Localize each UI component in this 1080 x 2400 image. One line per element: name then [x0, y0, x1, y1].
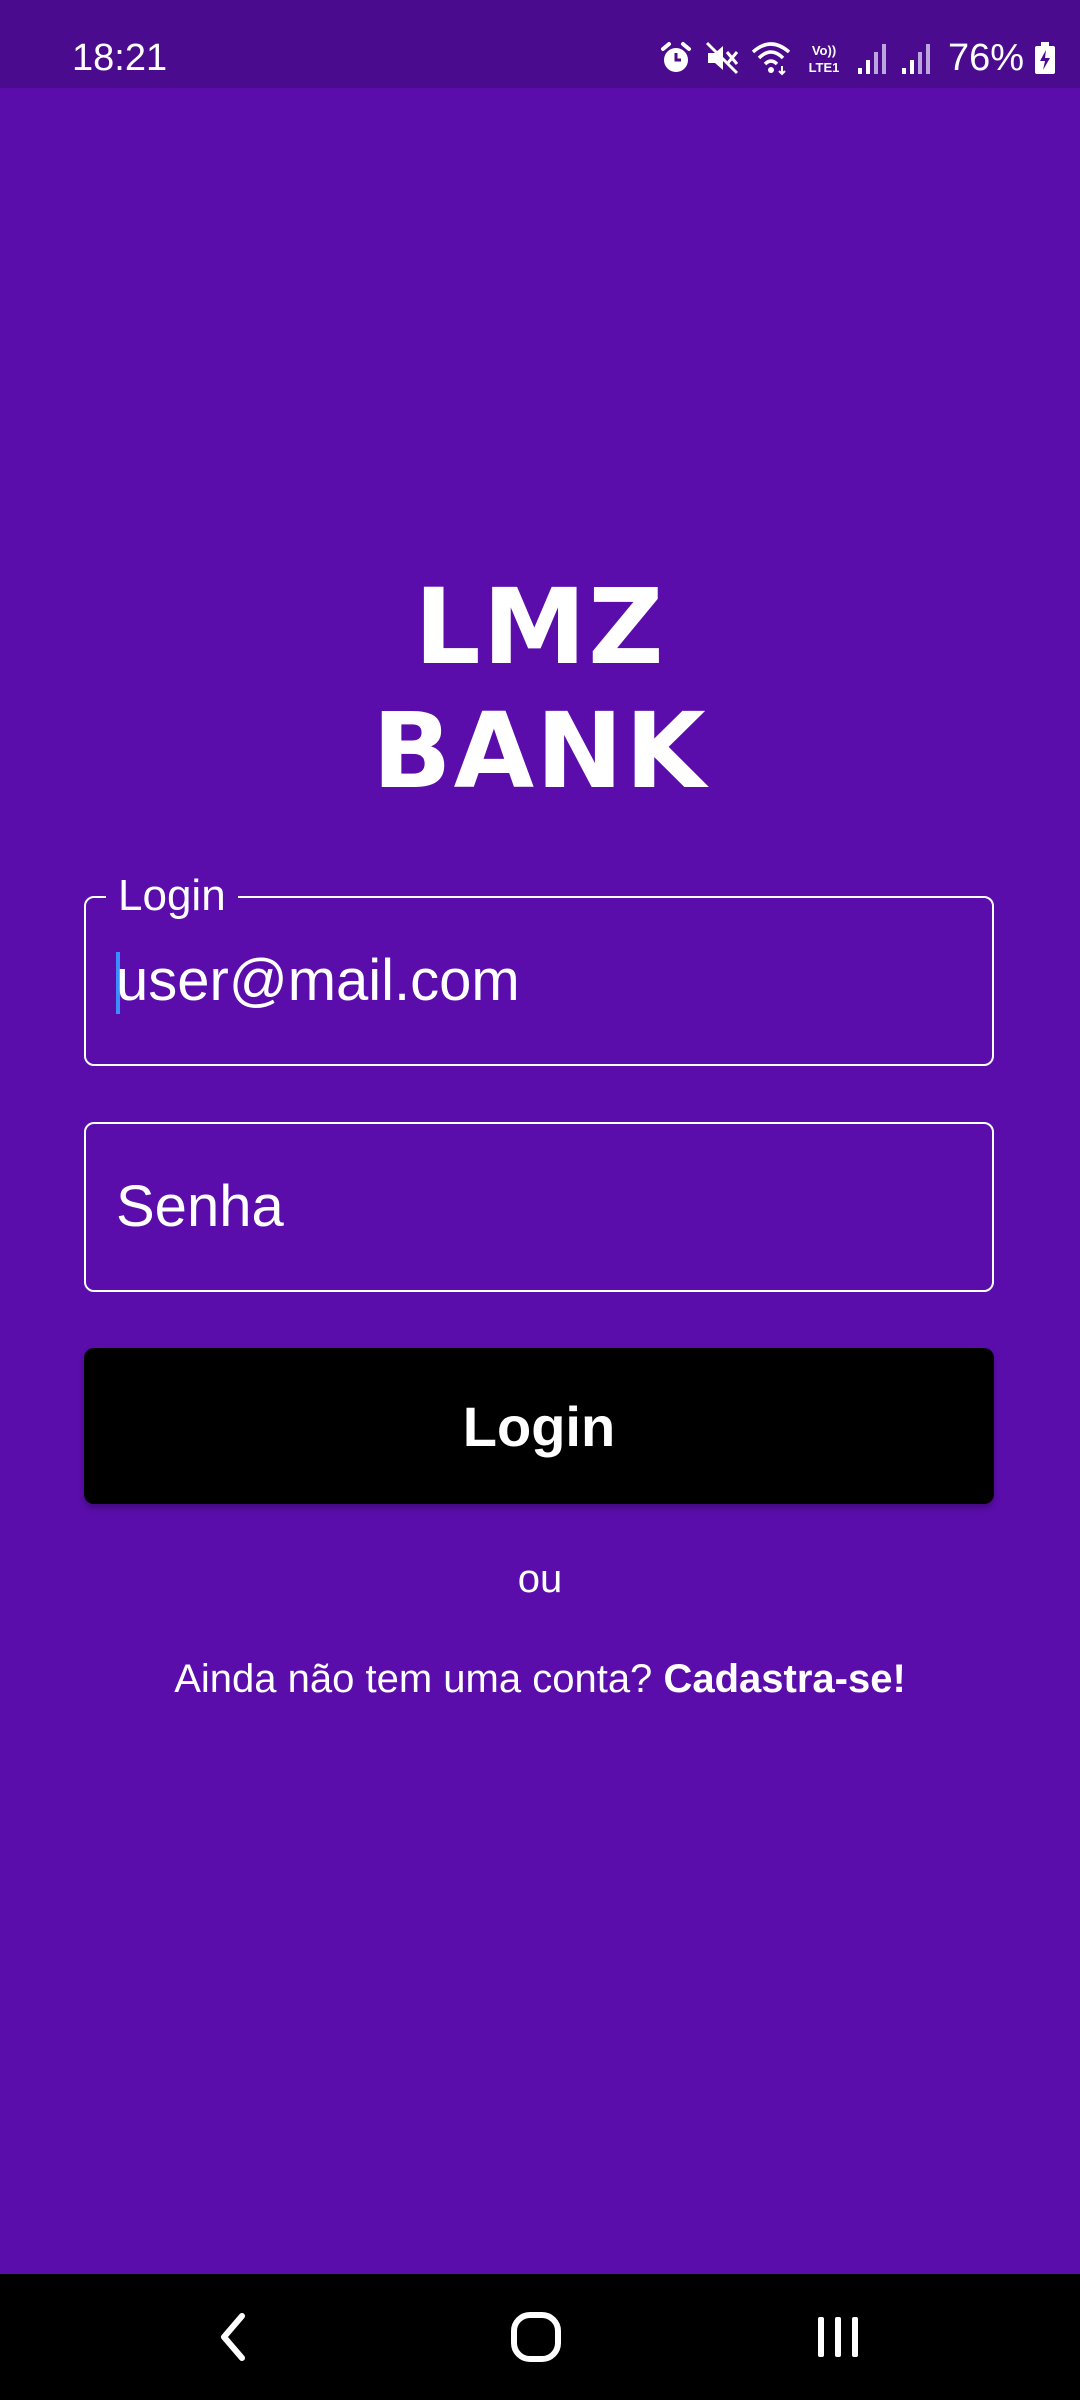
- wifi-icon: [750, 36, 792, 80]
- mute-icon: [704, 36, 740, 80]
- login-screen: 18:21 Vo)) LTE1 76% LMZ BANK Login user@…: [0, 0, 1080, 2400]
- or-divider-text: ou: [517, 1557, 563, 1601]
- signup-prompt-text: Ainda não tem uma conta?: [174, 1657, 653, 1701]
- back-button[interactable]: [154, 2274, 314, 2400]
- signal-icon: [856, 36, 890, 80]
- battery-charging-icon: [1034, 36, 1056, 80]
- alarm-icon: [658, 36, 694, 80]
- status-time: 18:21: [72, 37, 168, 79]
- login-field[interactable]: Login user@mail.com: [84, 870, 994, 1066]
- svg-text:LTE1: LTE1: [809, 60, 840, 75]
- signup-prompt: Ainda não tem uma conta? Cadastra-se!: [0, 1654, 1080, 1704]
- signal-icon: [900, 36, 934, 80]
- login-button[interactable]: Login: [84, 1348, 994, 1504]
- navigation-bar: [0, 2274, 1080, 2400]
- signup-link[interactable]: Cadastra-se!: [663, 1657, 905, 1701]
- home-icon: [511, 2312, 561, 2362]
- recents-button[interactable]: [758, 2274, 918, 2400]
- back-icon: [221, 2313, 245, 2361]
- logo-line-1: LMZ: [414, 566, 666, 688]
- status-icons: Vo)) LTE1 76%: [658, 34, 1056, 82]
- volte-icon: Vo)) LTE1: [802, 36, 846, 80]
- status-bar: 18:21 Vo)) LTE1 76%: [0, 0, 1080, 88]
- app-logo: LMZ BANK: [0, 565, 1080, 813]
- login-field-label: Login: [106, 870, 238, 922]
- recents-icon: [818, 2317, 858, 2357]
- home-button[interactable]: [456, 2274, 616, 2400]
- svg-text:Vo)): Vo)): [812, 43, 836, 58]
- battery-percentage: 76%: [947, 37, 1024, 79]
- password-field-placeholder[interactable]: Senha: [116, 1174, 284, 1240]
- login-field-value[interactable]: user@mail.com: [116, 948, 520, 1014]
- logo-line-2: BANK: [372, 690, 708, 812]
- password-field[interactable]: Senha: [84, 1122, 994, 1292]
